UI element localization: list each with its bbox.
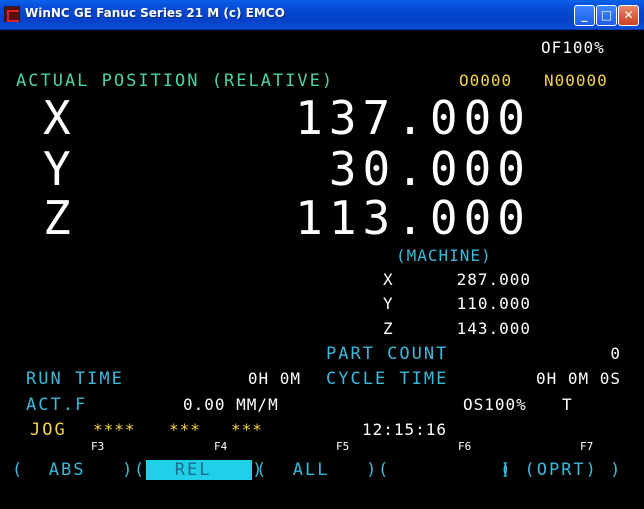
window-title: WinNC GE Fanuc Series 21 M (c) EMCO [25, 6, 285, 20]
softkey-rel-label: REL [146, 460, 253, 480]
softkey-oprt[interactable]: ( (OPRT) ) [500, 459, 622, 481]
mach-y-label: Y [383, 294, 394, 313]
program-number: O0000 [459, 71, 513, 90]
feed-override: OF100% [541, 38, 605, 57]
f6-key-label: F6 [458, 440, 472, 453]
window-titlebar: WinNC GE Fanuc Series 21 M (c) EMCO _ □ … [0, 0, 644, 30]
app-icon[interactable] [4, 6, 20, 22]
operation-mode: JOG [30, 420, 67, 440]
tool-number: T [562, 395, 573, 414]
f4-key-label: F4 [214, 440, 228, 453]
status-stars-1: **** [93, 420, 136, 439]
softkey-all[interactable]: ( ALL ) [256, 459, 378, 481]
machine-title: (MACHINE) [396, 246, 492, 265]
mach-z-label: Z [383, 319, 394, 338]
rel-x-value: 137.000 [295, 91, 531, 145]
softkey-all-label: ALL [292, 460, 330, 480]
f3-key-label: F3 [91, 440, 105, 453]
softkey-oprt-label: (OPRT) [524, 460, 598, 480]
f7-key-label: F7 [580, 440, 594, 453]
mach-x-value: 287.000 [456, 270, 531, 289]
mach-y-value: 110.000 [456, 294, 531, 313]
cycle-time-value: 0H 0M 0S [535, 369, 621, 388]
spindle-override: OS100% [463, 395, 527, 414]
mach-x-label: X [383, 270, 394, 289]
rel-y-value: 30.000 [328, 142, 531, 196]
part-count-label: PART COUNT [326, 344, 449, 364]
maximize-button[interactable]: □ [596, 5, 617, 26]
status-stars-3: *** [231, 420, 263, 439]
run-time-label: RUN TIME [26, 369, 124, 389]
mach-z-value: 143.000 [456, 319, 531, 338]
screen-title: ACTUAL POSITION (RELATIVE) [16, 71, 335, 91]
run-time-value: 0H 0M [247, 369, 301, 388]
softkey-abs-label: ABS [48, 460, 86, 480]
softkey-rel[interactable]: ( REL ) [134, 459, 264, 481]
close-button[interactable]: ✕ [618, 5, 639, 26]
part-count-value: 0 [610, 344, 621, 363]
rel-z-label: Z [43, 191, 77, 245]
rel-z-value: 113.000 [295, 191, 531, 245]
status-stars-2: *** [169, 420, 201, 439]
f5-key-label: F5 [336, 440, 350, 453]
cnc-display: OF100% ACTUAL POSITION (RELATIVE) O0000 … [3, 31, 641, 506]
sequence-number: N00000 [544, 71, 608, 90]
actual-feed-label: ACT.F [26, 395, 88, 415]
rel-y-label: Y [43, 142, 77, 196]
softkey-abs[interactable]: ( ABS ) [12, 459, 134, 481]
minimize-button[interactable]: _ [574, 5, 595, 26]
actual-feed-value: 0.00 MM/M [183, 395, 279, 414]
softkey-f6[interactable]: ( ) [378, 459, 513, 481]
cycle-time-label: CYCLE TIME [326, 369, 449, 389]
clock: 12:15:16 [362, 420, 448, 439]
rel-x-label: X [43, 91, 77, 145]
